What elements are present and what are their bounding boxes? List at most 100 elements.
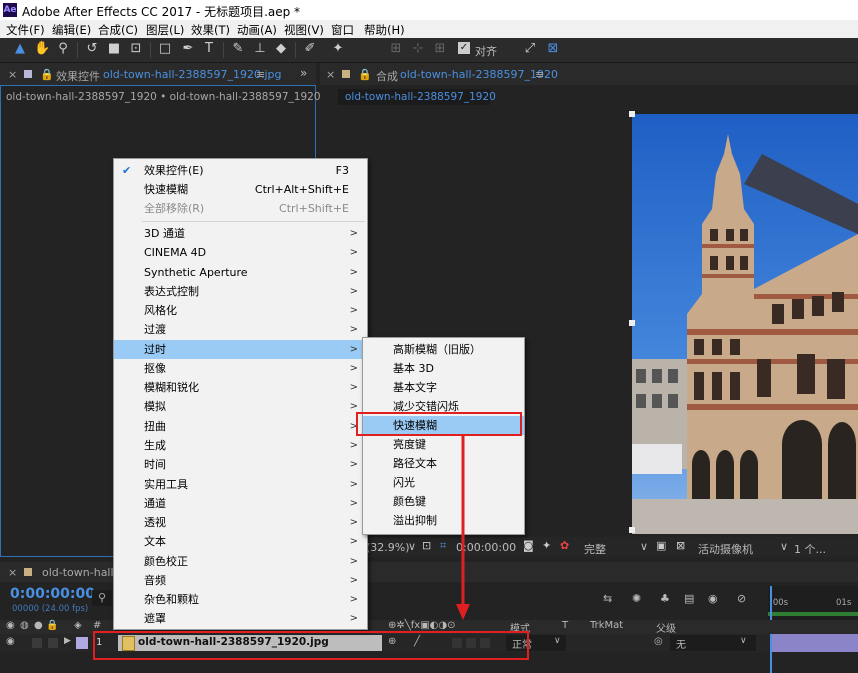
submenu-item-gaussian-blur-legacy[interactable]: 高斯模糊（旧版） [363, 340, 524, 359]
menu-help[interactable]: 帮助(H) [364, 22, 405, 38]
menu-effect[interactable]: 效果(T) [191, 22, 230, 38]
submenu-item-spill-suppressor[interactable]: 溢出抑制 [363, 511, 524, 530]
motion-blur-icon[interactable]: ◉ [708, 592, 718, 605]
menu-item-utility[interactable]: 实用工具 > [114, 475, 367, 494]
menu-item-distort[interactable]: 扭曲 > [114, 417, 367, 436]
layer-duration-bar[interactable] [772, 634, 858, 652]
menu-view[interactable]: 视图(V) [284, 22, 324, 38]
roto-brush-tool-icon[interactable]: ✐ [302, 41, 318, 57]
snap-feature-icon[interactable]: ⊠ [545, 41, 561, 57]
zoom-dropdown-icon[interactable]: ∨ [408, 540, 416, 553]
solo-icon[interactable]: ● [34, 620, 43, 631]
menu-item-transition[interactable]: 过渡 > [114, 320, 367, 339]
menu-item-keying[interactable]: 抠像 > [114, 359, 367, 378]
menu-file[interactable]: 文件(F) [6, 22, 45, 38]
layer-visibility-icon[interactable]: ◉ [6, 636, 15, 647]
submenu-item-luma-key[interactable]: 亮度键 [363, 435, 524, 454]
resolution-dropdown[interactable]: 完整 [584, 541, 606, 557]
region-icon[interactable]: ⊡ [422, 539, 431, 552]
submenu-item-basic-3d[interactable]: 基本 3D [363, 359, 524, 378]
rectangle-tool-icon[interactable]: □ [157, 41, 173, 57]
lock-icon[interactable]: 🔒 [40, 68, 54, 81]
composition-subtab[interactable]: old-town-hall-2388597_1920 [338, 89, 496, 105]
timeline-timecode[interactable]: 0:00:00:00 [10, 586, 95, 602]
close-comp-tab-icon[interactable]: × [326, 68, 335, 81]
text-tool-icon[interactable]: T [201, 41, 217, 57]
layer-parent-dropdown[interactable]: 无 ∨ [670, 635, 756, 651]
menu-item-stylize[interactable]: 风格化 > [114, 301, 367, 320]
pen-tool-icon[interactable]: ✒ [180, 41, 196, 57]
audio-icon[interactable]: ◍ [20, 620, 29, 631]
submenu-item-path-text[interactable]: 路径文本 [363, 454, 524, 473]
menu-item-obsolete[interactable]: 过时 > [114, 340, 367, 359]
menu-item-blur-sharpen[interactable]: 模糊和锐化 > [114, 378, 367, 397]
timeline-search-icon[interactable]: ⚲ [92, 590, 112, 606]
transform-handle[interactable] [629, 527, 635, 533]
layer-expand-icon[interactable]: ▶ [64, 636, 71, 646]
resolution-arrow-icon[interactable]: ∨ [640, 540, 648, 553]
transparency-grid-icon[interactable]: ⊠ [676, 539, 685, 552]
eraser-tool-icon[interactable]: ◆ [273, 41, 289, 57]
menu-item-text[interactable]: 文本 > [114, 532, 367, 551]
draft-3d-icon[interactable]: ✺ [632, 592, 641, 605]
camera-tool-icon[interactable]: ■ [106, 41, 122, 57]
menu-item-3d-channel[interactable]: 3D 通道 > [114, 224, 367, 243]
puppet-tool-icon[interactable]: ✦ [330, 41, 346, 57]
menu-item-noise-grain[interactable]: 杂色和颗粒 > [114, 590, 367, 609]
hand-tool-icon[interactable]: ✋ [34, 41, 50, 57]
menu-item-expression-controls[interactable]: 表达式控制 > [114, 282, 367, 301]
graph-editor-icon[interactable]: ⊘ [737, 592, 746, 605]
menu-item-perspective[interactable]: 透视 > [114, 513, 367, 532]
time-ruler[interactable]: :00s 01s [768, 586, 858, 620]
mask-visibility-icon[interactable]: ⌗ [440, 539, 446, 553]
label-column-icon[interactable]: ◈ [74, 620, 82, 631]
views-dropdown[interactable]: 1 个... [794, 541, 826, 557]
show-snapshot-icon[interactable]: ✦ [542, 539, 551, 552]
panel-menu-icon[interactable]: ≡ [256, 68, 265, 81]
visibility-icon[interactable]: ◉ [6, 620, 15, 631]
brush-tool-icon[interactable]: ✎ [230, 41, 246, 57]
pan-behind-tool-icon[interactable]: ⊡ [128, 41, 144, 57]
effect-controls-tab-file[interactable]: old-town-hall-2388597_1920.jpg [103, 68, 282, 81]
menu-composition[interactable]: 合成(C) [98, 22, 138, 38]
lock-column-icon[interactable]: 🔒 [46, 620, 58, 631]
menu-edit[interactable]: 编辑(E) [52, 22, 91, 38]
menu-item-color-correction[interactable]: 颜色校正 > [114, 552, 367, 571]
menu-layer[interactable]: 图层(L) [146, 22, 184, 38]
menu-item-cinema4d[interactable]: CINEMA 4D > [114, 243, 367, 262]
comp-mini-flowchart-icon[interactable]: ⇆ [603, 592, 612, 605]
menu-item-matte[interactable]: 遮罩 > [114, 609, 367, 628]
shy-layers-icon[interactable]: ♣ [660, 592, 670, 605]
menu-window[interactable]: 窗口 [331, 22, 354, 38]
zoom-level[interactable]: (32.9%) [366, 541, 410, 554]
selection-tool-icon[interactable]: ▲ [12, 41, 28, 57]
submenu-item-lightning[interactable]: 闪光 [363, 473, 524, 492]
menu-item-channel[interactable]: 通道 > [114, 494, 367, 513]
comp-panel-menu-icon[interactable]: ≡ [535, 68, 544, 81]
layer-lock-box[interactable] [48, 638, 58, 648]
menu-item-audio[interactable]: 音频 > [114, 571, 367, 590]
panel-expand-icon[interactable]: » [300, 66, 307, 80]
frame-blending-icon[interactable]: ▤ [684, 592, 694, 605]
transform-handle[interactable] [629, 111, 635, 117]
snap-checkbox[interactable]: ✓ [458, 42, 470, 54]
clone-stamp-tool-icon[interactable]: ⊥ [252, 41, 268, 57]
layer-solo-box[interactable] [32, 638, 42, 648]
comp-lock-icon[interactable]: 🔒 [358, 68, 372, 81]
submenu-item-basic-text[interactable]: 基本文字 [363, 378, 524, 397]
close-timeline-tab-icon[interactable]: × [8, 566, 17, 579]
menu-item-synthetic-aperture[interactable]: Synthetic Aperture > [114, 263, 367, 282]
menu-item-generate[interactable]: 生成 > [114, 436, 367, 455]
channel-icon[interactable]: ✿ [560, 539, 569, 552]
submenu-item-color-key[interactable]: 颜色键 [363, 492, 524, 511]
snapshot-icon[interactable]: ◙ [523, 539, 534, 552]
fast-preview-icon[interactable]: ▣ [656, 539, 666, 552]
layer-label-color[interactable] [76, 637, 88, 649]
menu-item-simulation[interactable]: 模拟 > [114, 397, 367, 416]
close-tab-icon[interactable]: × [8, 68, 17, 81]
camera-dropdown[interactable]: 活动摄像机 [698, 541, 753, 557]
menu-item-effect-controls[interactable]: ✔ 效果控件(E) F3 [114, 161, 367, 180]
camera-arrow-icon[interactable]: ∨ [780, 540, 788, 553]
menu-item-time[interactable]: 时间 > [114, 455, 367, 474]
zoom-tool-icon[interactable]: ⚲ [55, 41, 71, 57]
